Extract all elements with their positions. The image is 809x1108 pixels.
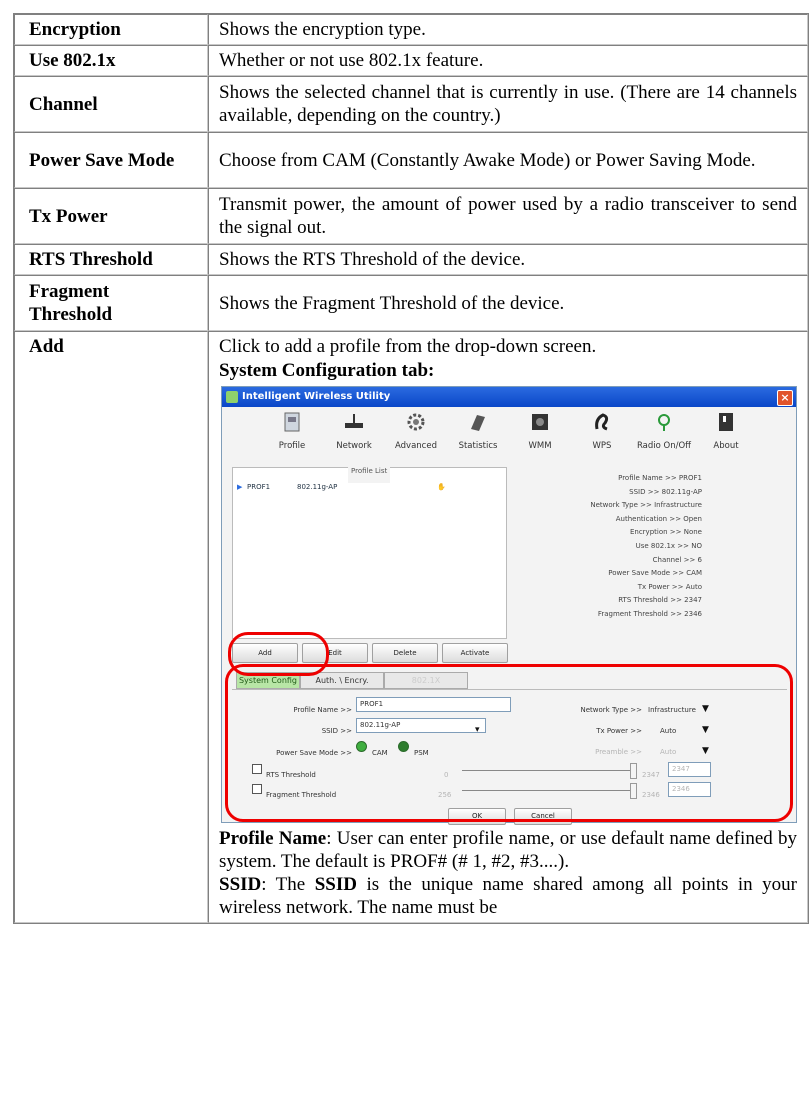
row-key: Tx Power xyxy=(14,188,208,244)
gear-icon xyxy=(407,413,425,431)
close-icon[interactable]: × xyxy=(777,390,793,406)
table-row: RTS Threshold Shows the RTS Threshold of… xyxy=(14,244,808,275)
toolbar-advanced[interactable]: Advanced xyxy=(386,411,446,458)
detail-line: Profile Name >> PROF1 xyxy=(618,474,702,482)
ssid-description: SSID: The SSID is the unique name shared… xyxy=(219,874,797,918)
profile-details: Profile Name >> PROF1 SSID >> 802.11g-AP… xyxy=(512,467,702,618)
utility-window-screenshot: Intelligent Wireless Utility × Profile N… xyxy=(221,386,797,825)
row-value: Choose from CAM (Constantly Awake Mode) … xyxy=(208,132,808,188)
toolbar-radio[interactable]: Radio On/Off xyxy=(634,411,694,458)
table-row: Channel Shows the selected channel that … xyxy=(14,76,808,132)
row-key: RTS Threshold xyxy=(14,244,208,275)
table-row: Fragment Threshold Shows the Fragment Th… xyxy=(14,275,808,331)
table-row: Tx Power Transmit power, the amount of p… xyxy=(14,188,808,244)
toolbar-wmm[interactable]: WMM xyxy=(510,411,570,458)
row-key: Channel xyxy=(14,76,208,132)
detail-line: Power Save Mode >> CAM xyxy=(608,569,702,578)
toolbar-about[interactable]: About xyxy=(696,411,756,458)
about-icon xyxy=(719,413,733,431)
detail-line: Encryption >> None xyxy=(629,528,702,537)
config-highlight-outline xyxy=(225,664,793,822)
row-key: Fragment Threshold xyxy=(14,275,208,331)
table-row: Power Save Mode Choose from CAM (Constan… xyxy=(14,132,808,188)
selected-arrow-icon: ▶ xyxy=(237,483,243,491)
table-row: Use 802.1x Whether or not use 802.1x fea… xyxy=(14,45,808,76)
statistics-icon xyxy=(471,415,485,431)
subheading: System Configuration tab: xyxy=(219,360,435,381)
row-value: Shows the RTS Threshold of the device. xyxy=(208,244,808,275)
toolbar-network[interactable]: Network xyxy=(324,411,384,458)
detail-line: RTS Threshold >> 2347 xyxy=(618,596,702,605)
detail-line: Tx Power >> Auto xyxy=(637,582,702,591)
table-row: Encryption Shows the encryption type. xyxy=(14,14,808,45)
toolbar-wps[interactable]: WPS xyxy=(572,411,632,458)
add-intro: Click to add a profile from the drop-dow… xyxy=(219,336,597,357)
activate-button[interactable]: Activate xyxy=(442,643,508,663)
profile-list-header: Profile List xyxy=(348,460,391,483)
detail-line: Use 802.1x >> NO xyxy=(635,541,702,550)
row-key: Encryption xyxy=(14,14,208,45)
radio-icon xyxy=(658,414,670,431)
row-value: Whether or not use 802.1x feature. xyxy=(208,45,808,76)
row-value: Transmit power, the amount of power used… xyxy=(208,188,808,244)
ssid-term: SSID xyxy=(219,874,262,895)
network-icon xyxy=(345,414,363,428)
row-key: Use 802.1x xyxy=(14,45,208,76)
row-key: Power Save Mode xyxy=(14,132,208,188)
toolbar-profile[interactable]: Profile xyxy=(262,411,322,458)
row-value: Shows the Fragment Threshold of the devi… xyxy=(208,275,808,331)
document: Encryption Shows the encryption type. Us… xyxy=(13,13,809,924)
table-row-add: Add Click to add a profile from the drop… xyxy=(14,331,808,923)
row-value: Shows the selected channel that is curre… xyxy=(208,76,808,132)
profile-icon xyxy=(284,412,300,432)
row-value: Click to add a profile from the drop-dow… xyxy=(208,331,808,923)
detail-line: Authentication >> Open xyxy=(615,514,702,523)
row-key: Add xyxy=(14,331,208,923)
profile-name-term: Profile Name xyxy=(219,828,327,849)
toolbar-statistics[interactable]: Statistics xyxy=(448,411,508,458)
window-titlebar: Intelligent Wireless Utility × xyxy=(222,387,796,407)
detail-line: Network Type >> Infrastructure xyxy=(590,501,702,510)
profile-list[interactable]: Profile List ▶ PROF1 802.11g-AP ✋ xyxy=(232,460,507,639)
wmm-icon xyxy=(532,414,548,430)
window-title: Intelligent Wireless Utility xyxy=(242,391,391,402)
toolbar: Profile Network Advanced Statistics WMM xyxy=(262,411,782,451)
wps-icon xyxy=(595,413,609,431)
profile-name-description: Profile Name: User can enter profile nam… xyxy=(219,828,797,872)
spec-table: Encryption Shows the encryption type. Us… xyxy=(13,13,809,924)
app-icon xyxy=(226,391,238,403)
hand-cursor-icon: ✋ xyxy=(437,483,446,491)
delete-button[interactable]: Delete xyxy=(372,643,438,663)
detail-line: Fragment Threshold >> 2346 xyxy=(597,609,702,618)
detail-line: Channel >> 6 xyxy=(652,555,702,564)
row-value: Shows the encryption type. xyxy=(208,14,808,45)
detail-line: SSID >> 802.11g-AP xyxy=(629,487,702,496)
